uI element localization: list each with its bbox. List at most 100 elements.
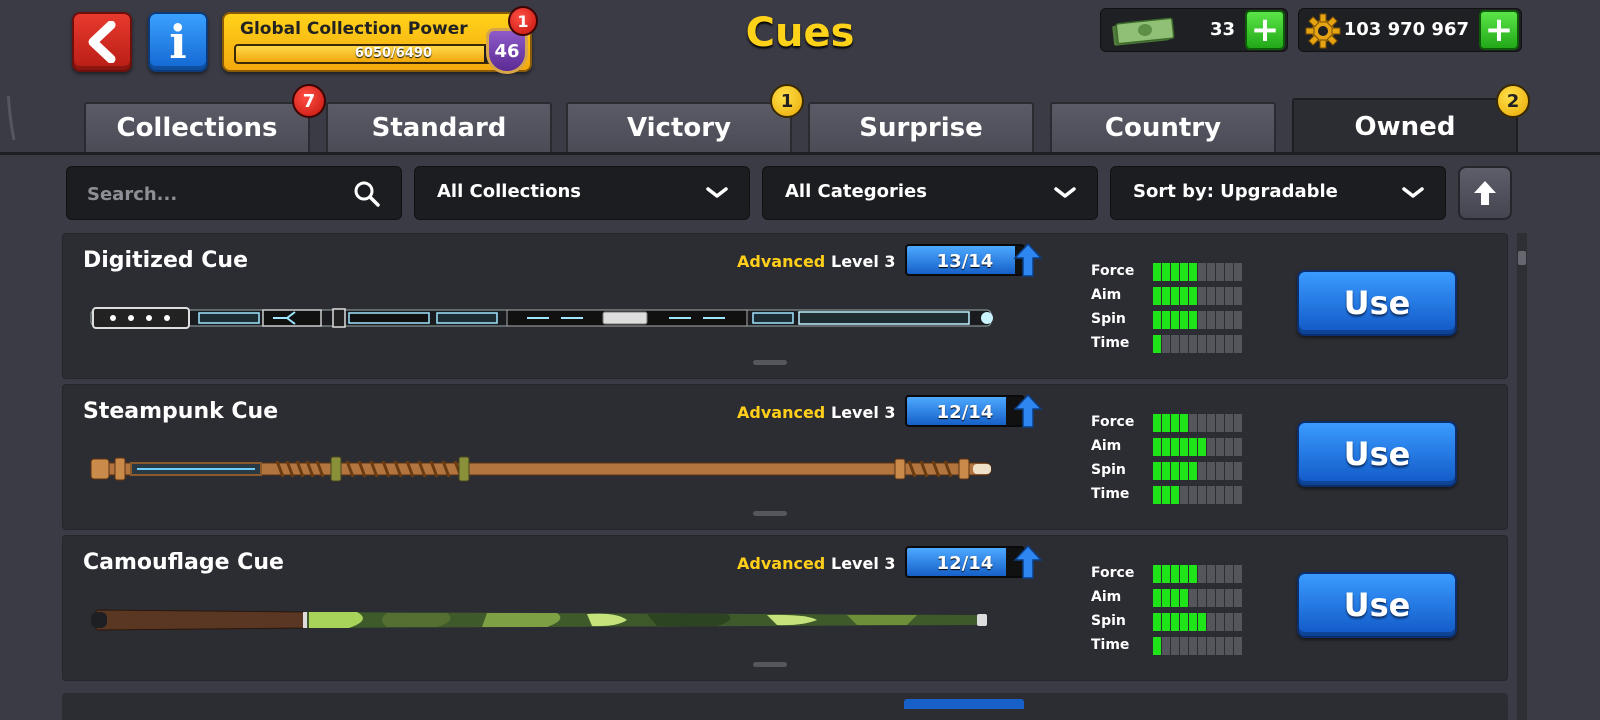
stat-segment [1153,613,1161,631]
cue-progress-text: 12/14 [936,553,994,574]
stat-segment [1234,438,1242,456]
stat-segment [1153,438,1161,456]
sort-direction-button[interactable] [1458,166,1512,220]
stat-segment [1234,637,1242,655]
search-box[interactable] [66,166,402,220]
use-cue-button[interactable]: Use [1297,421,1457,487]
stat-segment [1153,414,1161,432]
upgrade-arrow-icon[interactable] [1013,242,1043,278]
stat-bar-force [1153,263,1242,281]
card-drag-handle[interactable] [753,360,787,365]
cue-progress-bar: 12/14 [905,546,1025,578]
scrollbar-thumb[interactable] [1518,251,1526,265]
stat-segment [1225,414,1233,432]
global-collection-power[interactable]: Global Collection Power 6050/6490 46 [222,12,532,74]
cue-card-steampunk: Steampunk Cue Advanced Level 3 12/14 For… [62,384,1508,530]
add-cash-button[interactable]: + [1245,10,1285,50]
stat-segment [1162,438,1170,456]
search-input[interactable] [87,181,327,207]
stat-segment [1180,462,1188,480]
stat-segment [1198,438,1206,456]
upgrade-arrow-icon[interactable] [1013,544,1043,580]
search-icon[interactable] [353,180,381,208]
stat-row-time: Time [1091,485,1271,505]
use-cue-button[interactable]: Use [1297,270,1457,336]
stat-label: Aim [1091,287,1122,303]
stat-segment [1162,637,1170,655]
stat-row-time: Time [1091,334,1271,354]
stat-segment [1171,287,1179,305]
card-drag-handle[interactable] [753,662,787,667]
coins-counter: 103 970 967 + [1298,8,1522,52]
cue-progress-text: 13/14 [936,251,994,272]
stat-segment [1171,462,1179,480]
stat-segment [1180,438,1188,456]
stat-segment [1198,311,1206,329]
stat-segment [1180,565,1188,583]
stat-segment [1216,637,1224,655]
tab-surprise[interactable]: Surprise [808,102,1034,152]
card-drag-handle[interactable] [753,511,787,516]
stat-bar-aim [1153,438,1242,456]
stat-bar-spin [1153,311,1242,329]
stat-label: Spin [1091,311,1126,327]
cue-name: Digitized Cue [83,248,249,273]
stat-bar-aim [1153,589,1242,607]
partial-progress-bar [904,699,1024,709]
stat-segment [1234,589,1242,607]
sort-dropdown[interactable]: Sort by: Upgradable [1110,166,1446,220]
stat-segment [1198,613,1206,631]
stat-segment [1162,335,1170,353]
stat-row-time: Time [1091,636,1271,656]
cue-level: Level 3 [831,554,896,573]
victory-badge: 1 [770,84,804,118]
stat-segment [1207,287,1215,305]
stat-segment [1153,263,1161,281]
tab-collections[interactable]: Collections [84,102,310,152]
collection-power-label: Global Collection Power [240,19,468,39]
add-coins-button[interactable]: + [1479,10,1519,50]
tab-victory[interactable]: Victory [566,102,792,152]
info-icon: i [169,15,187,69]
stat-segment [1180,637,1188,655]
stat-segment [1216,287,1224,305]
stat-segment [1216,438,1224,456]
stat-segment [1225,335,1233,353]
top-bar: i Global Collection Power 6050/6490 46 1… [0,0,1600,96]
stat-segment [1225,311,1233,329]
stat-segment [1225,287,1233,305]
stat-segment [1162,613,1170,631]
stat-segment [1162,486,1170,504]
upgrade-arrow-icon[interactable] [1013,393,1043,429]
stat-row-spin: Spin [1091,310,1271,330]
stat-segment [1171,438,1179,456]
use-cue-button[interactable]: Use [1297,572,1457,638]
cue-card-digitized: Digitized Cue Advanced Level 3 13/14 For… [62,233,1508,379]
stat-segment [1171,263,1179,281]
stat-segment [1225,565,1233,583]
stat-segment [1162,311,1170,329]
stat-segment [1207,637,1215,655]
stat-segment [1234,462,1242,480]
stat-segment [1153,335,1161,353]
stat-segment [1198,565,1206,583]
tab-country[interactable]: Country [1050,102,1276,152]
gear-coin-icon [1305,13,1341,49]
stat-segment [1207,414,1215,432]
stat-segment [1234,613,1242,631]
back-button[interactable] [72,12,132,72]
owned-badge: 2 [1496,84,1530,118]
stat-segment [1180,287,1188,305]
stat-segment [1171,589,1179,607]
collections-dropdown[interactable]: All Collections [414,166,750,220]
cue-stats: Force Aim Spin Time [1091,413,1271,513]
tab-standard[interactable]: Standard [326,102,552,152]
list-scrollbar[interactable] [1517,233,1527,720]
stat-segment [1180,414,1188,432]
stat-segment [1234,287,1242,305]
stat-segment [1189,311,1197,329]
collections-badge: 7 [292,84,326,118]
categories-dropdown[interactable]: All Categories [762,166,1098,220]
tab-owned[interactable]: Owned [1292,98,1518,154]
info-button[interactable]: i [148,12,208,72]
